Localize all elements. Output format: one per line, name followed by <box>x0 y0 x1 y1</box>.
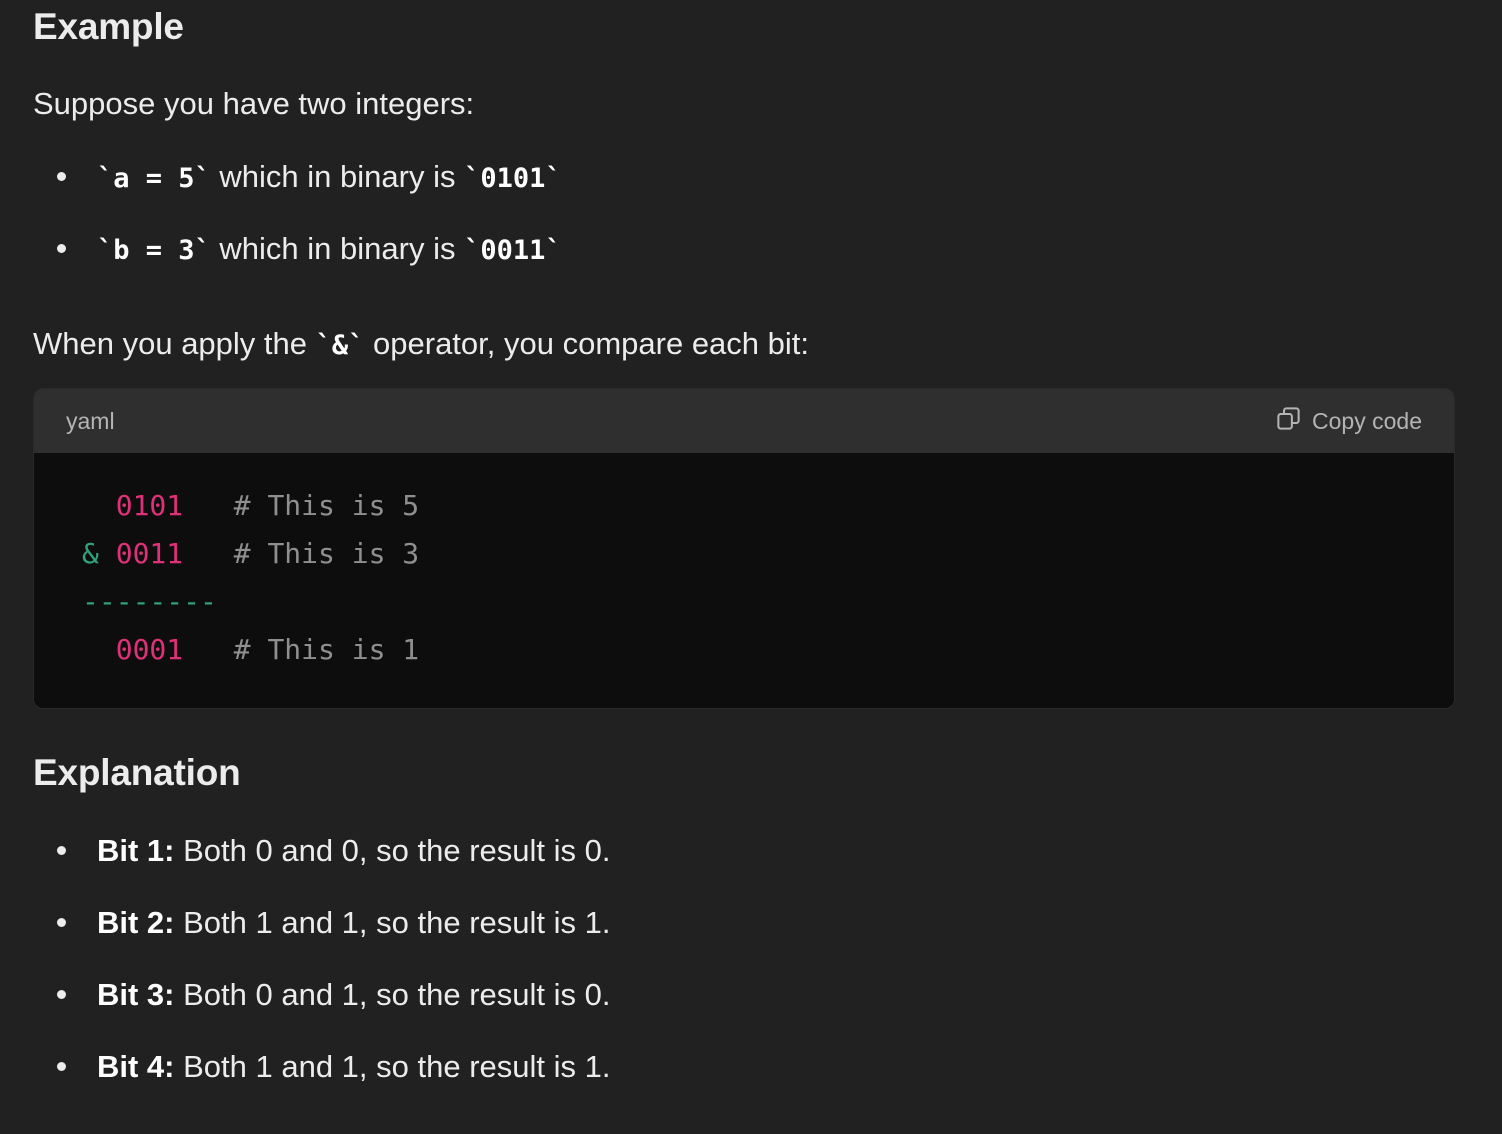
example-heading: Example <box>33 6 184 47</box>
bullet-dot <box>57 244 66 253</box>
code-comment: # This is 1 <box>183 633 420 666</box>
bit-label: Bit 3: <box>97 977 175 1012</box>
code-line: 0101 # This is 5 <box>82 489 419 522</box>
list-item: Bit 1: Both 0 and 0, so the result is 0. <box>33 832 610 904</box>
code-number: 0011 <box>115 537 184 570</box>
bullet-dot <box>57 918 66 927</box>
inline-code: `b = 3` <box>97 235 211 266</box>
inline-code: `&` <box>315 330 365 361</box>
list-item: Bit 3: Both 0 and 1, so the result is 0. <box>33 976 610 1048</box>
copy-code-button[interactable]: Copy code <box>1275 405 1422 438</box>
list-item: `b = 3` which in binary is `0011` <box>33 230 562 302</box>
bit-text: Both 1 and 1, so the result is 1. <box>174 1049 611 1084</box>
bit-text: Both 0 and 0, so the result is 0. <box>174 833 611 868</box>
inline-code: `0101` <box>464 163 562 194</box>
code-block: yaml Copy code 0101 # This is 5 & 0011 #… <box>33 388 1455 709</box>
apply-text-pre: When you apply the <box>33 326 316 361</box>
code-separator: -------- <box>82 585 217 618</box>
code-comment: # This is 3 <box>183 537 420 570</box>
list-item: Bit 4: Both 1 and 1, so the result is 1. <box>33 1048 610 1120</box>
copy-code-label: Copy code <box>1312 407 1422 434</box>
bit-text: Both 0 and 1, so the result is 0. <box>174 977 611 1012</box>
apply-text: When you apply the `&` operator, you com… <box>33 326 809 362</box>
apply-text-post: operator, you compare each bit: <box>364 326 810 361</box>
integer-list: `a = 5` which in binary is `0101` `b = 3… <box>33 158 562 302</box>
list-item: Bit 2: Both 1 and 1, so the result is 1. <box>33 904 610 976</box>
bullet-dot <box>57 172 66 181</box>
code-number: 0001 <box>115 633 184 666</box>
code-prefix <box>82 489 116 522</box>
bit-label: Bit 4: <box>97 1049 175 1084</box>
code-prefix: & <box>82 537 116 570</box>
intro-text: Suppose you have two integers: <box>33 86 475 121</box>
list-item: `a = 5` which in binary is `0101` <box>33 158 562 230</box>
bit-text: Both 1 and 1, so the result is 1. <box>174 905 611 940</box>
code-language-label: yaml <box>66 407 115 434</box>
bullet-dot <box>57 1062 66 1071</box>
list-item-text: which in binary is <box>210 159 465 194</box>
list-item-text: which in binary is <box>210 231 465 266</box>
explanation-list: Bit 1: Both 0 and 0, so the result is 0.… <box>33 832 610 1120</box>
code-block-header: yaml Copy code <box>34 389 1454 453</box>
code-prefix <box>82 633 116 666</box>
copy-icon <box>1275 405 1302 438</box>
bit-label: Bit 1: <box>97 833 175 868</box>
inline-code: `0011` <box>464 235 562 266</box>
inline-code: `a = 5` <box>97 163 211 194</box>
bullet-dot <box>57 846 66 855</box>
code-line: & 0011 # This is 3 <box>82 537 419 570</box>
bit-label: Bit 2: <box>97 905 175 940</box>
code-comment: # This is 5 <box>183 489 420 522</box>
bullet-dot <box>57 990 66 999</box>
code-line: 0001 # This is 1 <box>82 633 419 666</box>
explanation-heading: Explanation <box>33 752 241 793</box>
code-number: 0101 <box>115 489 184 522</box>
